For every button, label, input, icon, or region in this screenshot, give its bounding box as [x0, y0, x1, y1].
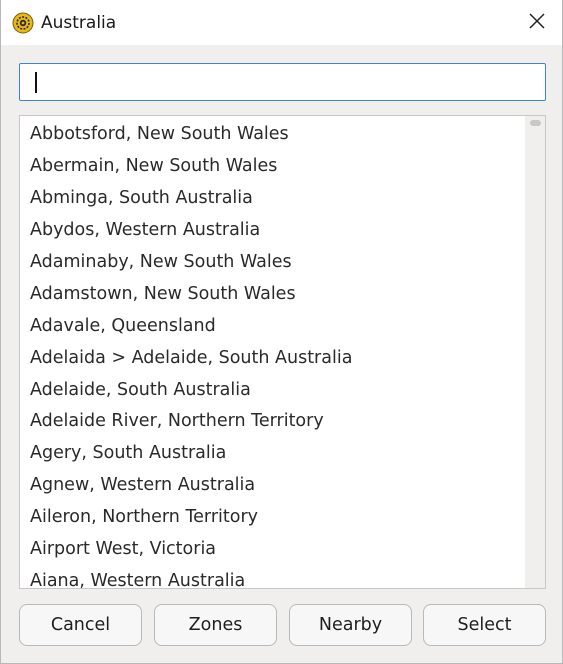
scrollbar-thumb[interactable] — [530, 120, 541, 126]
search-input[interactable] — [20, 64, 545, 100]
select-button[interactable]: Select — [423, 604, 546, 646]
list-item[interactable]: Adamstown, New South Wales — [20, 279, 525, 311]
list-item[interactable]: Airport West, Victoria — [20, 534, 525, 566]
list-item[interactable]: Abermain, New South Wales — [20, 151, 525, 183]
location-list-items: Abbotsford, New South Wales Abermain, New… — [20, 119, 525, 588]
list-item[interactable]: Adelaide, South Australia — [20, 375, 525, 407]
nearby-button[interactable]: Nearby — [289, 604, 412, 646]
list-item[interactable]: Abminga, South Australia — [20, 183, 525, 215]
list-item[interactable]: Adelaida > Adelaide, South Australia — [20, 343, 525, 375]
list-item[interactable]: Abydos, Western Australia — [20, 215, 525, 247]
list-item[interactable]: Adaminaby, New South Wales — [20, 247, 525, 279]
list-item[interactable]: Abbotsford, New South Wales — [20, 119, 525, 151]
list-item[interactable]: Adavale, Queensland — [20, 311, 525, 343]
close-button[interactable] — [522, 8, 552, 38]
location-dialog: Australia Abbotsford, New South Wales Abe… — [0, 0, 563, 664]
list-item[interactable]: Aiana, Western Australia — [20, 566, 525, 588]
close-icon — [528, 12, 546, 34]
search-field[interactable] — [19, 63, 546, 101]
list-item[interactable]: Aileron, Northern Territory — [20, 502, 525, 534]
window-title: Australia — [41, 13, 117, 33]
cancel-button[interactable]: Cancel — [19, 604, 142, 646]
vertical-scrollbar[interactable] — [525, 116, 545, 588]
text-caret — [35, 72, 37, 93]
sun-gear-icon — [12, 12, 34, 34]
zones-button[interactable]: Zones — [154, 604, 277, 646]
location-list[interactable]: Abbotsford, New South Wales Abermain, New… — [19, 115, 546, 589]
list-item[interactable]: Agery, South Australia — [20, 438, 525, 470]
list-item[interactable]: Agnew, Western Australia — [20, 470, 525, 502]
title-bar: Australia — [1, 0, 562, 45]
list-item[interactable]: Adelaide River, Northern Territory — [20, 406, 525, 438]
